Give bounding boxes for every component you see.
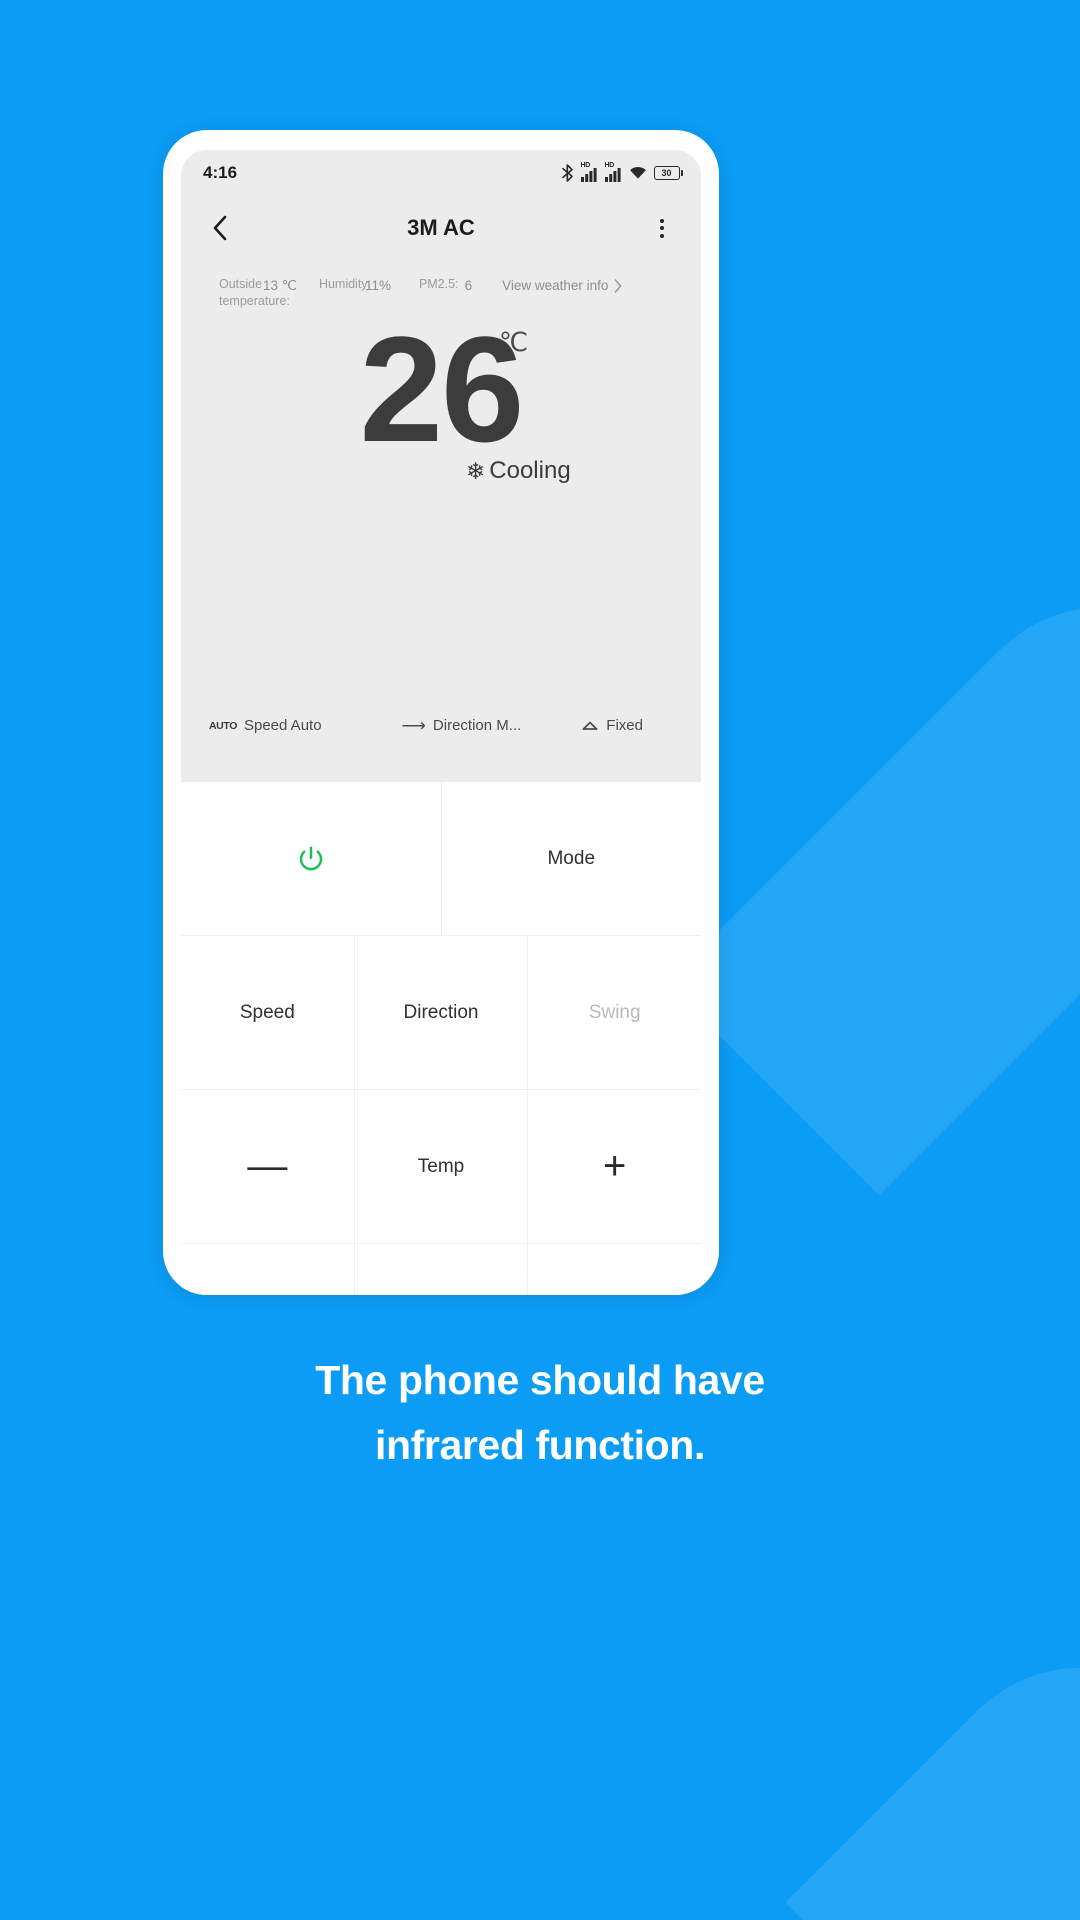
- page-title: 3M AC: [407, 215, 475, 240]
- app-navigation-bar: 3M AC: [181, 196, 701, 260]
- snowflake-icon: ❄: [466, 457, 486, 484]
- status-bar: 4:16 HD HD 30: [181, 150, 701, 196]
- promo-caption: The phone should have infrared function.: [315, 1357, 765, 1468]
- ac-status-panel: 4:16 HD HD 30 3M AC Outside temperature:…: [181, 150, 701, 782]
- current-temperature-value: 26: [359, 305, 525, 473]
- background-decoration-1: [666, 544, 1080, 1196]
- swing-button[interactable]: Swing: [528, 936, 701, 1090]
- phone-mockup: 4:16 HD HD 30 3M AC Outside temperature:…: [163, 130, 719, 1295]
- chevron-left-icon: [213, 215, 227, 241]
- overflow-menu-icon: [660, 218, 664, 223]
- control-row-2: Speed Direction Swing: [181, 936, 701, 1090]
- auto-badge-icon: AUTO: [209, 719, 237, 732]
- overflow-menu-button[interactable]: [645, 211, 679, 245]
- status-bar-icons: HD HD 30: [561, 162, 683, 182]
- back-button[interactable]: [203, 211, 237, 245]
- temp-increase-button[interactable]: +: [528, 1090, 701, 1244]
- chip-swing[interactable]: Fixed: [581, 717, 643, 734]
- swing-fixed-icon: [582, 721, 598, 730]
- current-mode-label: Cooling: [489, 457, 571, 484]
- phone-screen: 4:16 HD HD 30 3M AC Outside temperature:…: [181, 150, 701, 1295]
- arrow-right-icon: ⟶: [401, 716, 426, 735]
- control-row-3: — Temp +: [181, 1090, 701, 1244]
- speed-button[interactable]: Speed: [181, 936, 355, 1090]
- temp-label: Temp: [354, 1090, 529, 1244]
- control-button-grid: Mode Speed Direction Swing — Temp + Time…: [181, 782, 701, 1295]
- control-row-1: Mode: [181, 782, 701, 936]
- chip-fan-speed[interactable]: AUTO Speed Auto: [209, 717, 322, 734]
- direction-button[interactable]: Direction: [354, 936, 529, 1090]
- signal-hd-1-icon: HD: [580, 162, 598, 182]
- mode-button[interactable]: Mode: [441, 782, 701, 936]
- timer-button[interactable]: Timer: [181, 1244, 355, 1295]
- control-row-4: Timer Sleep ···: [181, 1244, 701, 1295]
- chip-fan-speed-label: Speed Auto: [243, 717, 322, 734]
- bluetooth-icon: [561, 164, 573, 182]
- ac-status-chips: AUTO Speed Auto ⟶ Direction M... Fixed: [181, 717, 701, 734]
- more-options-button[interactable]: ···: [528, 1244, 701, 1295]
- power-icon: [299, 846, 322, 870]
- chip-swing-label: Fixed: [606, 717, 643, 734]
- signal-hd-2-icon: HD: [604, 162, 622, 182]
- power-button[interactable]: [181, 782, 442, 936]
- battery-level-label: 30: [653, 166, 680, 180]
- wifi-icon: [629, 166, 646, 179]
- chip-direction[interactable]: ⟶ Direction M...: [402, 717, 522, 734]
- temperature-display: 26 ℃ ❄ Cooling: [181, 305, 701, 505]
- status-bar-clock: 4:16: [203, 163, 238, 182]
- sleep-button[interactable]: Sleep: [354, 1244, 529, 1295]
- promo-screen: 4:16 HD HD 30 3M AC Outside temperature:…: [0, 0, 1080, 1920]
- chip-direction-label: Direction M...: [432, 717, 522, 734]
- temp-decrease-button[interactable]: —: [181, 1090, 355, 1244]
- temperature-unit: ℃: [499, 327, 529, 357]
- battery-icon: 30: [653, 166, 683, 180]
- current-mode: ❄ Cooling: [466, 457, 571, 485]
- background-decoration-2: [785, 1605, 1080, 1920]
